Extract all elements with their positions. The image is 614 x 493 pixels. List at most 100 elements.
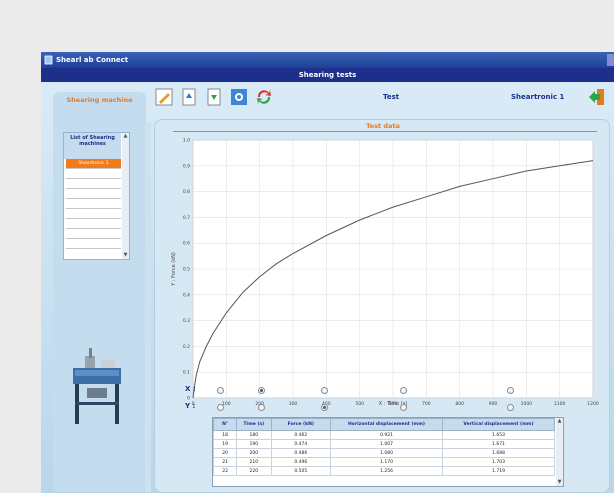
table-cell: 1.256 — [330, 466, 443, 476]
table-cell: 19 — [213, 439, 238, 449]
table-row[interactable]: 19 190 0.474 1.007 1.671 — [213, 439, 555, 449]
list-item[interactable] — [66, 229, 121, 239]
column-header[interactable]: N° — [213, 418, 238, 431]
table-cell: 20 — [213, 448, 238, 458]
table-cell: 220 — [236, 466, 272, 476]
y-tick-label: 0.9 — [183, 163, 190, 169]
x-tick-label: 1200 — [587, 401, 599, 407]
data-grid: N° Time (s) Force (kN) Horizontal displacem… — [213, 418, 555, 476]
y-tick-label: 0.3 — [183, 318, 190, 324]
x-tick-label: 900 — [489, 401, 498, 407]
x-tick-label: 800 — [455, 401, 464, 407]
table-cell: 1.080 — [330, 448, 443, 458]
list-item[interactable] — [66, 169, 121, 179]
test-data-panel: Test data 010020030040050060070080090010… — [154, 119, 610, 493]
refresh-icon[interactable] — [255, 88, 273, 106]
y-tick-label: 1.0 — [183, 138, 190, 144]
y-tick-label: 0.7 — [183, 215, 190, 221]
table-cell: 0.474 — [270, 439, 332, 449]
scroll-up-icon[interactable]: ▲ — [556, 418, 563, 425]
y-tick-label: 0.1 — [183, 370, 190, 376]
import-icon[interactable] — [205, 88, 223, 106]
column-header[interactable]: Time (s) — [236, 418, 272, 431]
x-axis-radio[interactable] — [507, 387, 514, 394]
scroll-up-icon[interactable]: ▲ — [122, 133, 129, 140]
table-row[interactable]: 21 210 0.496 1.170 1.703 — [213, 457, 555, 467]
x-tick-label: 500 — [355, 401, 364, 407]
x-tick-label: 700 — [422, 401, 431, 407]
list-item[interactable] — [66, 209, 121, 219]
table-cell: 0.486 — [270, 448, 332, 458]
x-tick-label: 1000 — [521, 401, 533, 407]
table-cell: 0.505 — [270, 466, 332, 476]
page-title: Shearing tests — [41, 68, 614, 82]
table-cell: 1.688 — [442, 448, 555, 458]
table-cell: 22 — [213, 466, 238, 476]
y-axis-radio[interactable] — [400, 404, 407, 411]
table-row[interactable]: 20 200 0.486 1.080 1.688 — [213, 448, 555, 458]
table-cell: 18 — [213, 430, 238, 440]
app-body: Shearing machine List of Shearing machin… — [41, 82, 614, 493]
list-item[interactable] — [66, 219, 121, 229]
y-tick-label: 0.4 — [183, 292, 190, 298]
column-header[interactable]: Horizontal displacement (mm) — [330, 418, 443, 431]
x-axis-radio[interactable] — [258, 387, 265, 394]
x-tick-label: 1100 — [554, 401, 566, 407]
list-item[interactable] — [66, 179, 121, 189]
column-header[interactable]: Vertical displacement (mm) — [442, 418, 555, 431]
sidebar-scroll-track[interactable] — [145, 122, 151, 492]
scroll-down-icon[interactable]: ▼ — [556, 479, 563, 486]
table-cell: 21 — [213, 457, 238, 467]
maximize-icon[interactable] — [607, 54, 614, 66]
table-row[interactable]: 18 180 0.462 0.921 1.653 — [213, 430, 555, 440]
title-bar[interactable]: Shearl ab Connect — [41, 52, 614, 68]
app-window: Shearl ab Connect Shearing tests Shearin… — [41, 52, 614, 493]
machine-list-header: List of Shearing machines — [64, 133, 121, 159]
test-data-table[interactable]: N° Time (s) Force (kN) Horizontal displacem… — [212, 417, 564, 487]
table-cell: 1.653 — [442, 430, 555, 440]
y-tick-label: 0.8 — [183, 189, 190, 195]
table-cell: 0.921 — [330, 430, 443, 440]
table-cell: 190 — [236, 439, 272, 449]
table-cell: 1.007 — [330, 439, 443, 449]
x-axis-radio[interactable] — [217, 387, 224, 394]
sidebar-title: Shearing machine — [66, 96, 133, 104]
x-tick-label: 300 — [289, 401, 298, 407]
edit-icon[interactable] — [155, 88, 173, 106]
table-cell: 0.496 — [270, 457, 332, 467]
export-icon[interactable] — [180, 88, 198, 106]
shearing-machine-image — [73, 348, 121, 424]
table-cell: 1.170 — [330, 457, 443, 467]
list-item[interactable] — [66, 239, 121, 249]
list-item[interactable] — [66, 199, 121, 209]
y-tick-label: 0 — [187, 396, 190, 402]
window-title: Shearl ab Connect — [56, 56, 129, 64]
force-time-chart: 0100200300400500600700800900100011001200… — [171, 138, 599, 408]
table-row[interactable]: 22 220 0.505 1.256 1.719 — [213, 466, 555, 476]
table-cell: 200 — [236, 448, 272, 458]
table-header-row: N° Time (s) Force (kN) Horizontal displacem… — [213, 418, 555, 431]
list-item-sheartronic-1[interactable]: Sheartronic 1 — [66, 159, 121, 169]
y-tick-label: 0.2 — [183, 344, 190, 350]
test-label: Test — [383, 93, 400, 101]
list-scrollbar[interactable]: ▲ ▼ — [122, 133, 129, 259]
table-cell: 0.462 — [270, 430, 332, 440]
y-axis-radio[interactable] — [217, 404, 224, 411]
table-scrollbar[interactable]: ▲ ▼ — [556, 418, 563, 486]
y-axis-radio[interactable] — [321, 404, 328, 411]
table-cell: 1.703 — [442, 457, 555, 467]
table-cell: 1.671 — [442, 439, 555, 449]
list-item[interactable] — [66, 189, 121, 199]
x-selector-label: X : — [185, 385, 196, 393]
settings-icon[interactable] — [230, 88, 248, 106]
x-axis-radio[interactable] — [321, 387, 328, 394]
machine-list[interactable]: List of Shearing machines Sheartronic 1 … — [63, 132, 130, 260]
exit-icon[interactable] — [587, 88, 605, 106]
scroll-down-icon[interactable]: ▼ — [122, 252, 129, 259]
x-axis-radio[interactable] — [400, 387, 407, 394]
machine-label: Sheartronic 1 — [511, 93, 565, 101]
column-header[interactable]: Force (kN) — [270, 418, 332, 431]
y-tick-label: 0.5 — [183, 267, 190, 273]
y-axis-radio[interactable] — [258, 404, 265, 411]
y-axis-radio[interactable] — [507, 404, 514, 411]
